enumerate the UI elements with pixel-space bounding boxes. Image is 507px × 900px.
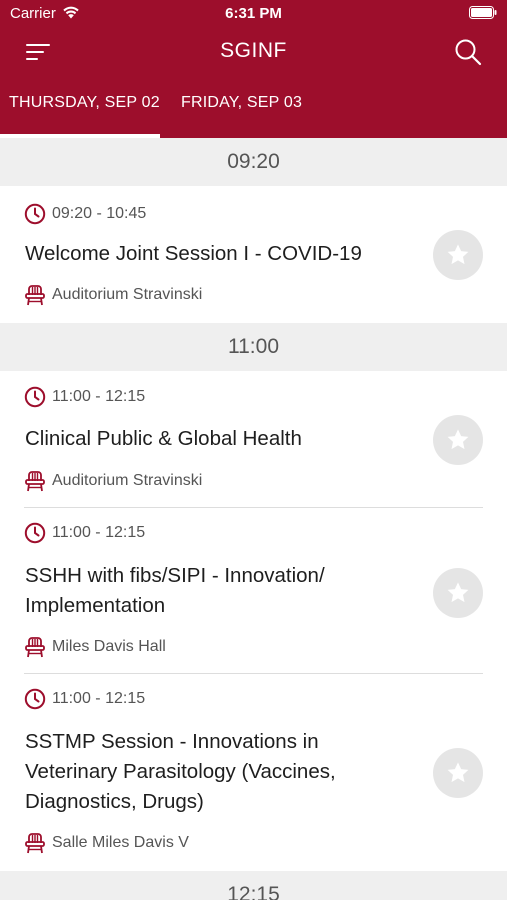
clock-icon — [24, 386, 46, 408]
clock-icon — [24, 203, 46, 225]
status-bar: Carrier 6:31 PM — [0, 0, 507, 28]
session-time: 09:20 - 10:45 — [52, 205, 147, 222]
session-time: 11:00 - 12:15 — [52, 388, 146, 405]
session-time: 11:00 - 12:15 — [52, 690, 146, 707]
battery-icon — [469, 6, 497, 19]
session-title: SSTMP Session - Innovations in Veterinar… — [25, 730, 336, 813]
time-group-header: 11:00 — [0, 323, 507, 371]
seat-icon — [25, 637, 45, 658]
session-location: Auditorium Stravinski — [52, 472, 203, 489]
session-item[interactable]: 09:20 - 10:45 Welcome Joint Session I - … — [0, 186, 507, 323]
star-icon — [447, 244, 469, 265]
search-icon[interactable] — [453, 37, 483, 67]
session-item[interactable]: 11:00 - 12:15 SSHH with fibs/SIPI - Inno… — [0, 508, 507, 674]
time-group-header: 09:20 — [0, 138, 507, 186]
day-tabs: THURSDAY, SEP 02 FRIDAY, SEP 03 — [0, 78, 507, 138]
seat-icon — [25, 471, 45, 492]
navigation-bar: SGINF — [0, 28, 507, 78]
seat-icon — [25, 285, 45, 306]
favorite-button[interactable] — [433, 230, 483, 280]
star-icon — [447, 582, 469, 603]
time-group-header: 12:15 — [0, 871, 507, 900]
session-title: Clinical Public & Global Health — [25, 427, 302, 450]
favorite-button[interactable] — [433, 568, 483, 618]
session-location: Auditorium Stravinski — [52, 286, 203, 303]
clock-icon — [24, 522, 46, 544]
favorite-button[interactable] — [433, 415, 483, 465]
session-item[interactable]: 11:00 - 12:15 Clinical Public & Global H… — [0, 371, 507, 508]
tab-friday[interactable]: FRIDAY, SEP 03 — [181, 94, 302, 112]
app-header: Carrier 6:31 PM SGINF THURSDAY, SEP 02 F… — [0, 0, 507, 138]
schedule-list[interactable]: 09:20 09:20 - 10:45 Welcome Joint Sessio… — [0, 138, 507, 900]
session-location: Miles Davis Hall — [52, 638, 166, 655]
star-icon — [447, 429, 469, 450]
app-title: SGINF — [220, 39, 287, 62]
session-location: Salle Miles Davis V — [52, 834, 189, 851]
clock-icon — [24, 688, 46, 710]
seat-icon — [25, 833, 45, 854]
session-time: 11:00 - 12:15 — [52, 524, 146, 541]
session-title: Welcome Joint Session I - COVID-19 — [25, 242, 362, 265]
tab-thursday[interactable]: THURSDAY, SEP 02 — [9, 94, 160, 112]
favorite-button[interactable] — [433, 748, 483, 798]
status-time: 6:31 PM — [225, 5, 282, 22]
session-title: SSHH with fibs/SIPI - Innovation/ Implem… — [25, 564, 325, 617]
session-item[interactable]: 11:00 - 12:15 SSTMP Session - Innovation… — [0, 674, 507, 871]
star-icon — [447, 762, 469, 783]
